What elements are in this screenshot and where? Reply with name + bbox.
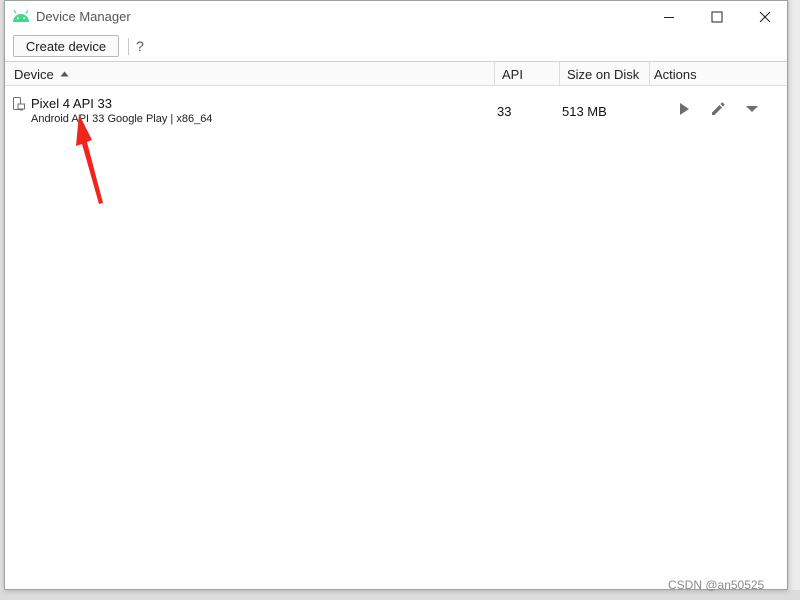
watermark: CSDN @an50525: [668, 578, 765, 592]
annotation-arrow: [76, 114, 103, 204]
